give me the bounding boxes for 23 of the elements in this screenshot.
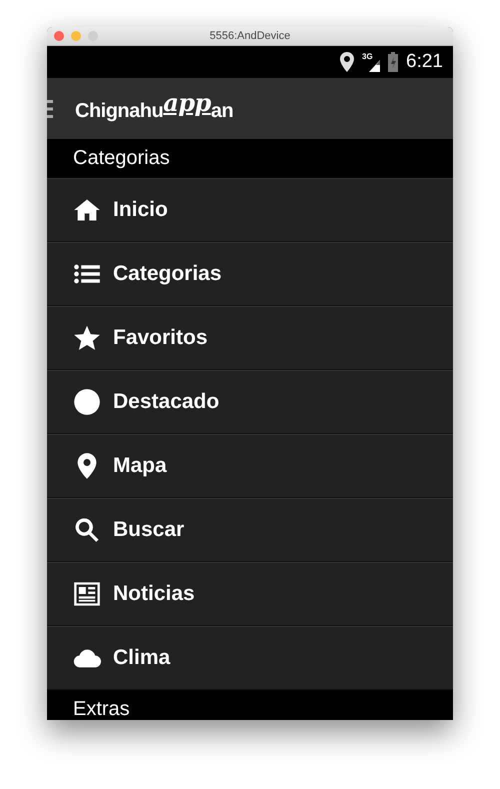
location-pin-icon: [340, 52, 354, 72]
menu-item[interactable]: Categorias: [47, 242, 453, 306]
section-header: Extras: [47, 690, 453, 720]
network-type: 3G: [362, 52, 373, 61]
menu-item[interactable]: Favoritos: [47, 306, 453, 370]
menu-item[interactable]: Noticias: [47, 562, 453, 626]
menu-item[interactable]: Clima: [47, 626, 453, 690]
zoom-button[interactable]: [88, 31, 98, 41]
signal-icon: [369, 60, 380, 72]
newspaper-icon: [73, 580, 101, 608]
menu-item[interactable]: Inicio: [47, 178, 453, 242]
status-time: 6:21: [406, 51, 443, 73]
menu-item[interactable]: Destacado: [47, 370, 453, 434]
battery-icon: [388, 52, 398, 72]
section-header: Categorias: [47, 139, 453, 178]
menu-icon[interactable]: [47, 98, 53, 118]
window-title: 5556:AndDevice: [210, 30, 290, 42]
minimize-button[interactable]: [71, 31, 81, 41]
menu-item[interactable]: Mapa: [47, 434, 453, 498]
close-button[interactable]: [54, 31, 64, 41]
star-icon: [73, 324, 101, 352]
menu-item[interactable]: Buscar: [47, 498, 453, 562]
search-icon: [73, 516, 101, 544]
